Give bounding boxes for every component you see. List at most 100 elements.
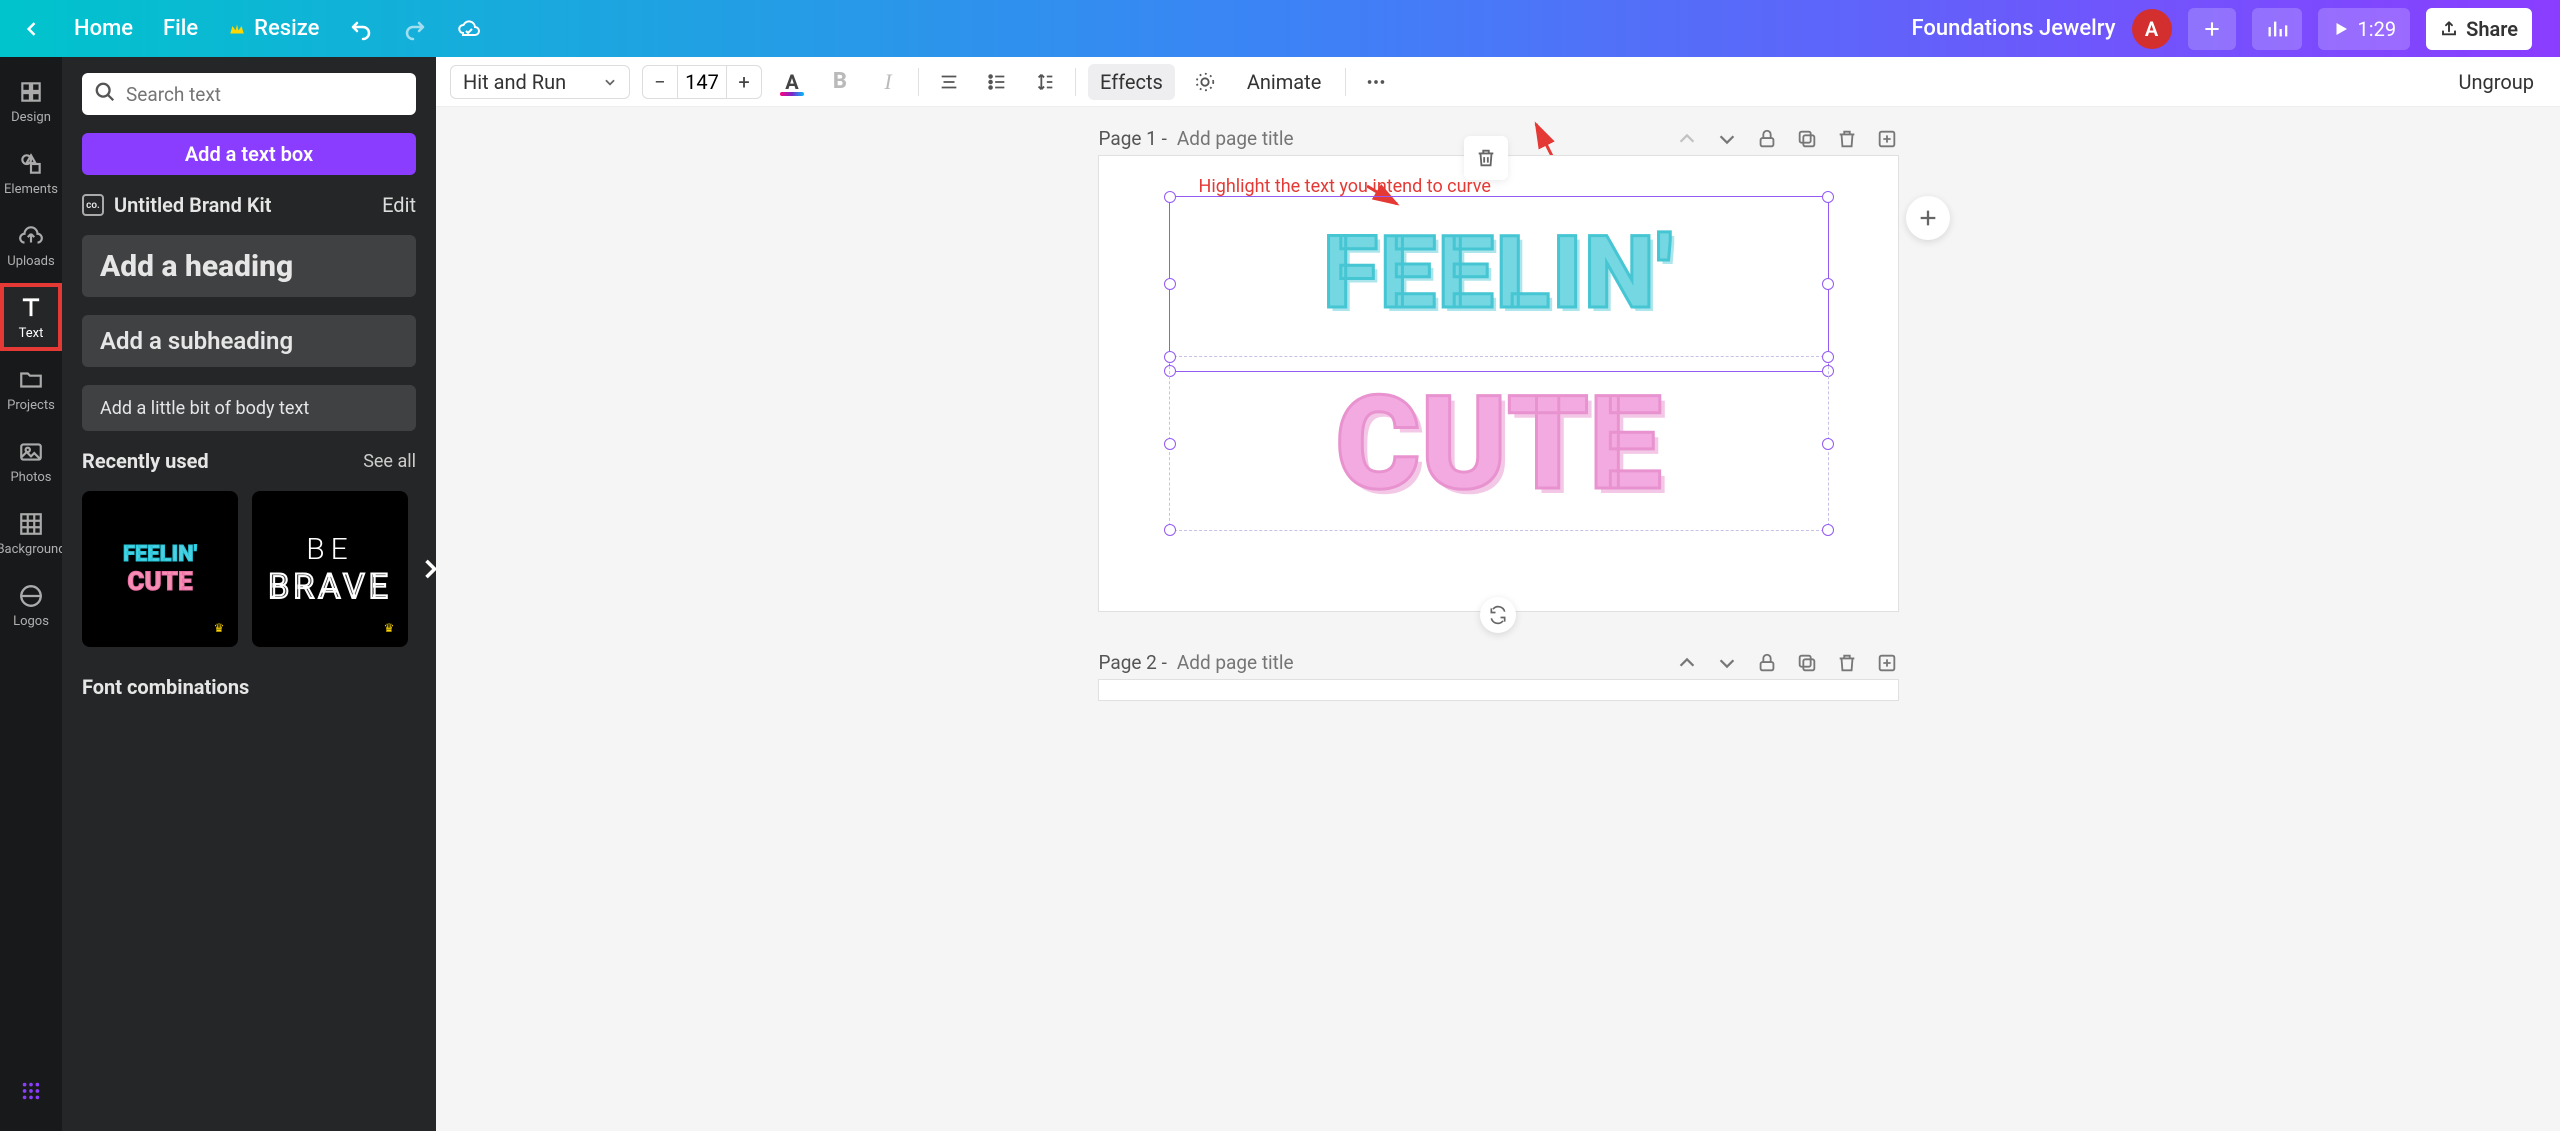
page-2-label: Page 2 - [1099,651,1167,674]
search-input[interactable] [126,83,404,106]
text-panel: Add a text box co. Untitled Brand Kit Ed… [62,57,436,1131]
more-button[interactable] [1358,64,1394,100]
recent-2-text-line2: BRAVE [268,567,392,607]
rail-logos[interactable]: Logos [0,571,62,639]
page-up-button[interactable] [1676,128,1698,150]
rail-label: Design [11,110,51,125]
italic-button[interactable]: I [870,64,906,100]
font-size-decrease[interactable]: − [643,66,677,98]
font-select[interactable]: Hit and Run [450,65,630,99]
text-icon [17,294,45,322]
add-body-text-button[interactable]: Add a little bit of body text [82,385,416,431]
rail-photos[interactable]: Photos [0,427,62,495]
align-button[interactable] [931,64,967,100]
apps-icon [17,1077,45,1105]
animate-icon [1187,64,1223,100]
resize-handle[interactable] [1164,524,1176,536]
rail-text[interactable]: Text [0,283,62,351]
premium-badge-icon: ♛ [378,617,400,639]
cloud-sync-icon[interactable] [457,17,481,41]
annotation-highlight-label: Highlight the text you intend to curve [1199,176,1491,197]
add-element-button[interactable] [1906,196,1950,240]
delete-page-button[interactable] [1836,652,1858,674]
text-box-feelin-selected[interactable]: FEELIN' [1169,196,1829,372]
text-cute[interactable]: CUTE [1172,359,1826,528]
home-button[interactable]: Home [74,16,133,41]
undo-icon[interactable] [349,17,373,41]
rail-background[interactable]: Background [0,499,62,567]
ungroup-button[interactable]: Ungroup [2447,64,2547,100]
search-input-wrap [82,73,416,115]
rail-projects[interactable]: Projects [0,355,62,423]
brand-kit-name: Untitled Brand Kit [114,193,271,217]
add-member-button[interactable] [2188,8,2236,50]
side-rail: Design Elements Uploads Text Projects Ph… [0,57,62,1131]
list-button[interactable] [979,64,1015,100]
redo-icon[interactable] [403,17,427,41]
page-up-button[interactable] [1676,652,1698,674]
design-icon [17,78,45,106]
delete-page-button[interactable] [1836,128,1858,150]
add-page-button[interactable] [1876,128,1898,150]
top-bar: Home File Resize Foundations Jewelry A [0,0,2560,57]
bold-button[interactable]: B [822,64,858,100]
resize-handle[interactable] [1822,351,1834,363]
rail-apps[interactable] [0,1071,62,1111]
resize-handle[interactable] [1164,438,1176,450]
share-button[interactable]: Share [2426,8,2532,50]
recent-1-text-line2: CUTE [127,567,192,597]
edit-brand-kit-link[interactable]: Edit [382,193,416,217]
page-2-title-input[interactable] [1177,651,1666,674]
text-box-cute[interactable]: CUTE [1169,356,1829,531]
page-1-canvas[interactable]: Highlight the text you intend to curve [1099,156,1898,611]
see-all-link[interactable]: See all [363,451,416,472]
lock-button[interactable] [1756,128,1778,150]
add-subheading-button[interactable]: Add a subheading [82,315,416,367]
play-button[interactable]: 1:29 [2318,8,2411,50]
text-feelin[interactable]: FEELIN' [1172,199,1826,369]
page-1-title-input[interactable] [1177,127,1666,150]
recent-template-1[interactable]: FEELIN' CUTE ♛ [82,491,238,647]
analytics-button[interactable] [2252,8,2302,50]
duplicate-button[interactable] [1796,128,1818,150]
page-2-canvas[interactable] [1099,680,1898,700]
font-size-stepper: − + [642,65,762,99]
avatar[interactable]: A [2132,9,2172,49]
text-color-button[interactable]: A [774,64,810,100]
font-size-increase[interactable]: + [727,66,761,98]
lock-button[interactable] [1756,652,1778,674]
pages-scroll: Page 1 - [436,107,2560,1131]
resize-handle[interactable] [1164,351,1176,363]
add-heading-button[interactable]: Add a heading [82,235,416,297]
rail-design[interactable]: Design [0,67,62,135]
font-size-input[interactable] [677,66,727,98]
back-icon[interactable] [20,17,44,41]
page-down-button[interactable] [1716,652,1738,674]
resize-button[interactable]: Resize [228,16,319,41]
resize-handle[interactable] [1822,524,1834,536]
recent-2-text-line1: BE [306,532,353,567]
animate-button[interactable]: Animate [1235,64,1334,100]
divider [918,68,919,96]
delete-element-button[interactable] [1464,136,1508,180]
file-button[interactable]: File [163,16,198,41]
duplicate-button[interactable] [1796,652,1818,674]
recent-template-2[interactable]: BE BRAVE ♛ [252,491,408,647]
resize-handle[interactable] [1822,278,1834,290]
effects-button[interactable]: Effects [1088,64,1175,100]
rail-label: Elements [4,182,58,197]
document-title[interactable]: Foundations Jewelry [1911,16,2115,41]
elements-icon [17,150,45,178]
resize-handle[interactable] [1822,438,1834,450]
resize-handle[interactable] [1822,191,1834,203]
rail-elements[interactable]: Elements [0,139,62,207]
rail-uploads[interactable]: Uploads [0,211,62,279]
page-down-button[interactable] [1716,128,1738,150]
rail-label: Text [19,326,44,341]
add-page-button[interactable] [1876,652,1898,674]
spacing-button[interactable] [1027,64,1063,100]
add-text-box-button[interactable]: Add a text box [82,133,416,175]
sync-button[interactable] [1480,597,1516,633]
resize-handle[interactable] [1164,278,1176,290]
resize-handle[interactable] [1164,191,1176,203]
